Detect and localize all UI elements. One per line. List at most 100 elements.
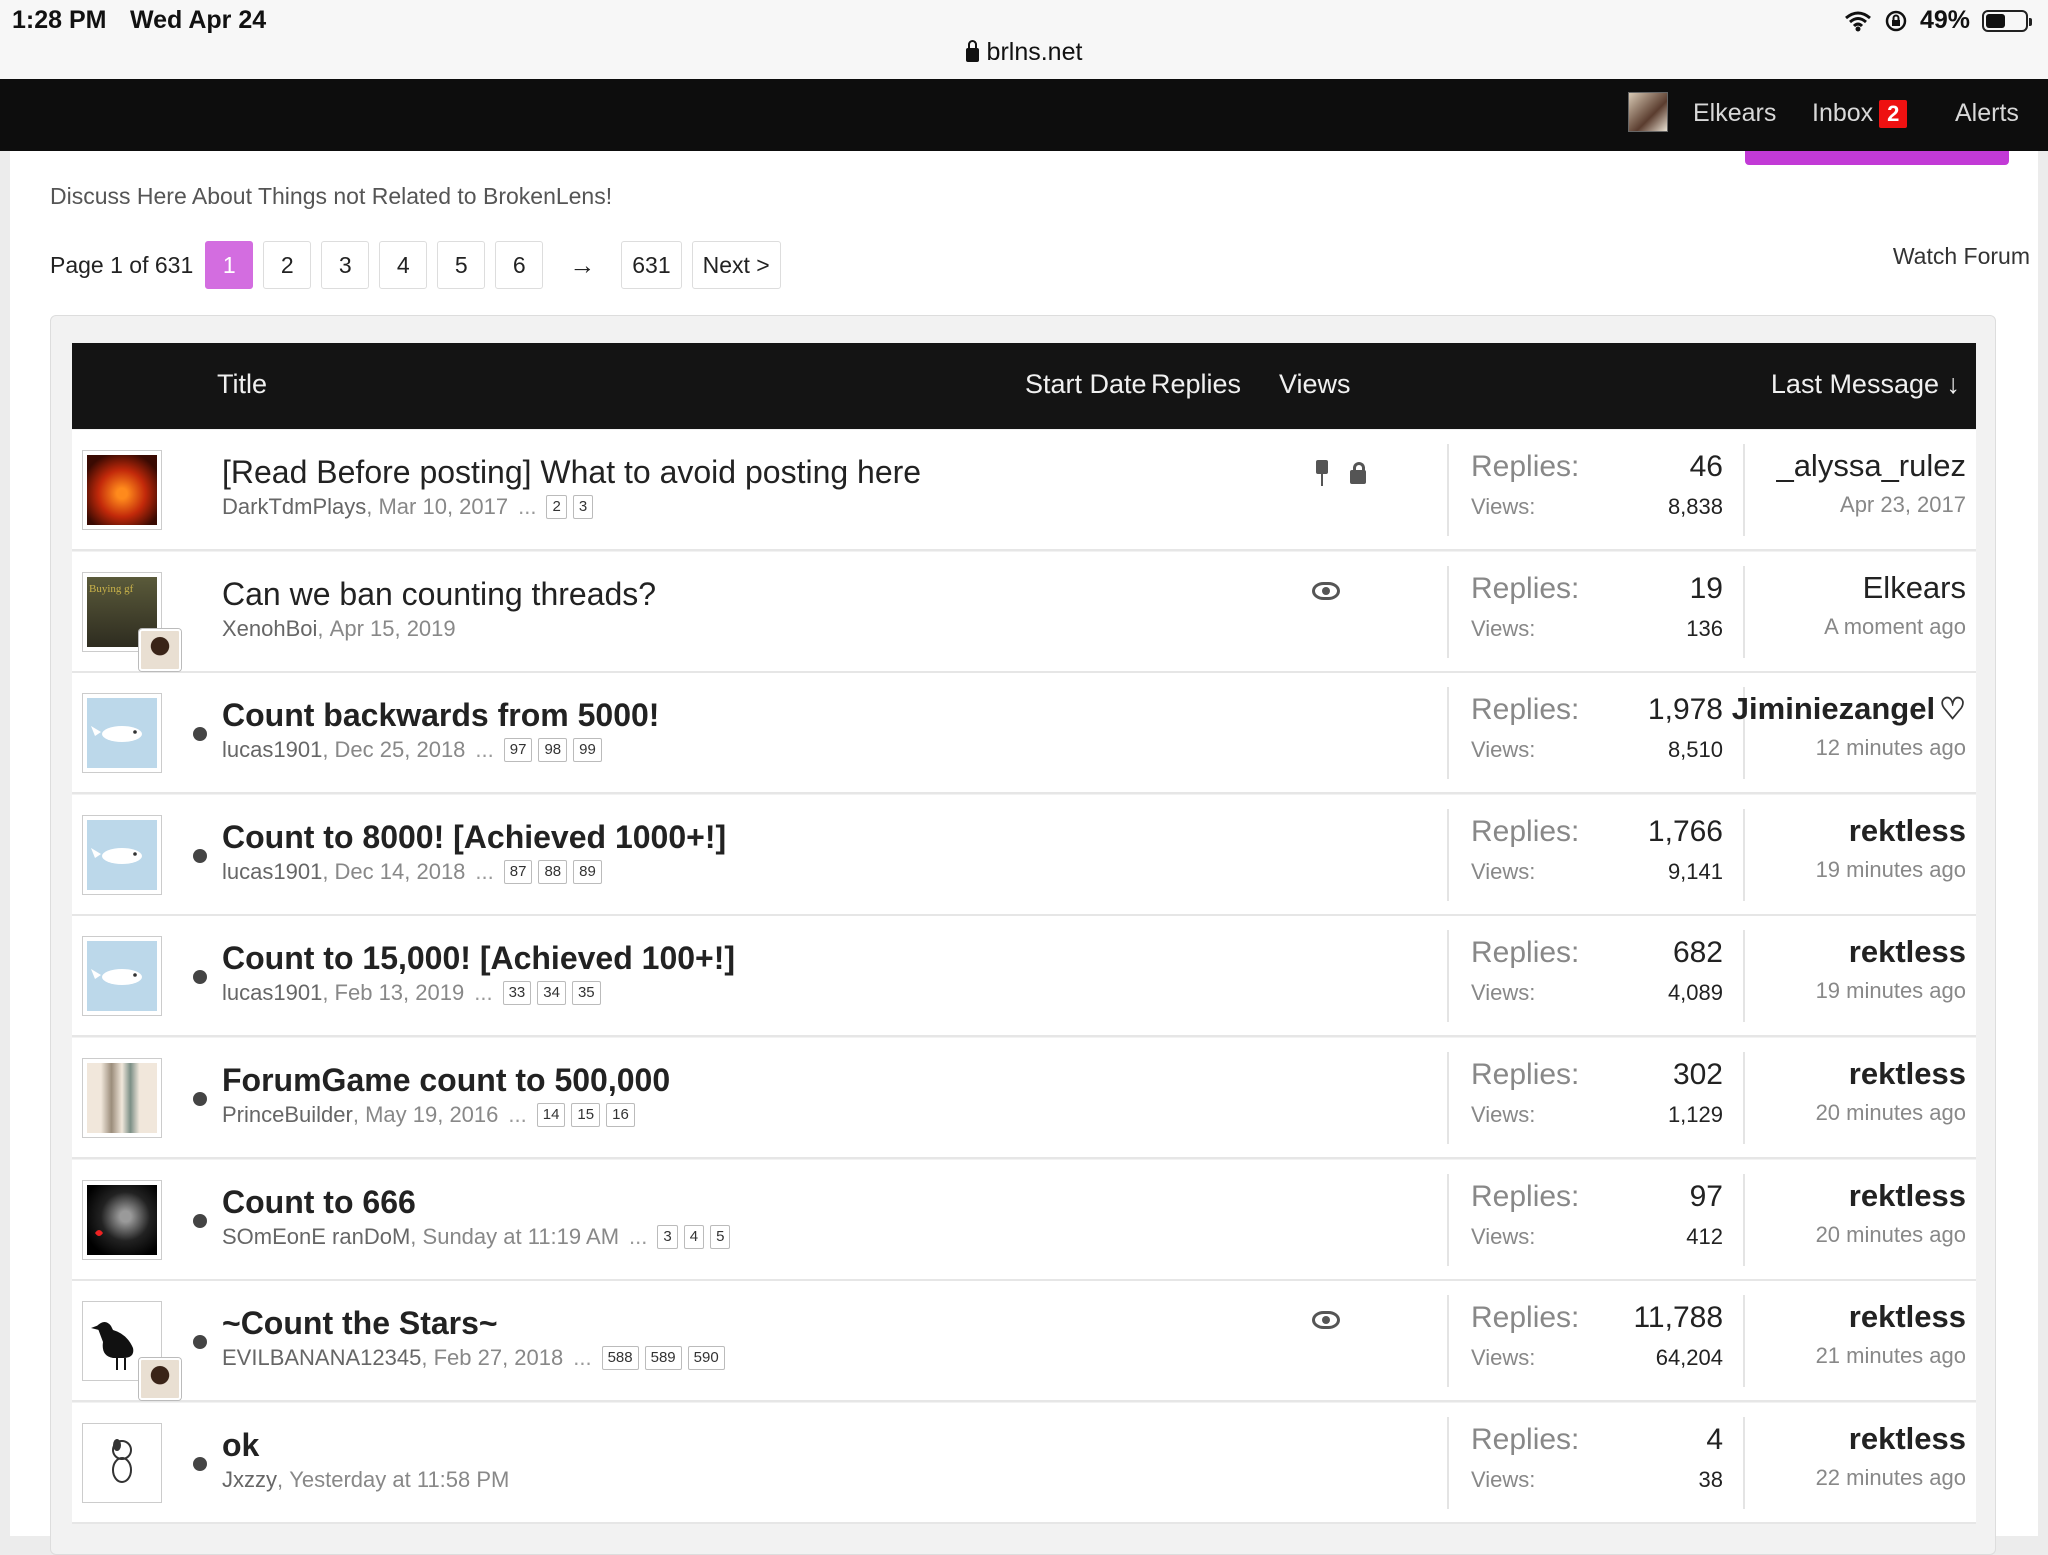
thread-row[interactable]: Count to 8000! [Achieved 1000+!] lucas190… [72, 794, 1976, 916]
thread-page-link[interactable]: 590 [687, 1346, 725, 1371]
participant-mini-avatar[interactable] [139, 628, 181, 671]
thread-start-date[interactable]: Dec 25, 2018 [335, 737, 466, 763]
thread-avatar[interactable] [82, 693, 162, 774]
thread-row[interactable]: Count backwards from 5000! lucas1901, Dec… [72, 673, 1976, 795]
col-replies[interactable]: Replies [1151, 369, 1241, 400]
page-link-last[interactable]: 631 [621, 241, 682, 289]
thread-row[interactable]: Count to 666 SOmEonE ranDoM, Sunday at 11… [72, 1159, 1976, 1281]
thread-start-date[interactable]: Apr 15, 2019 [330, 616, 456, 642]
last-poster-link[interactable]: rektless [1849, 934, 1966, 969]
thread-avatar[interactable]: Buying gf [82, 571, 181, 671]
thread-author-link[interactable]: PrinceBuilder [222, 1102, 353, 1128]
last-poster-link[interactable]: rektless [1849, 1299, 1966, 1334]
thread-start-date[interactable]: May 19, 2016 [365, 1102, 498, 1128]
last-poster-link[interactable]: _alyssa_rulez [1776, 448, 1966, 483]
last-poster-link[interactable]: rektless [1849, 1178, 1966, 1213]
thread-start-date[interactable]: Sunday at 11:19 AM [423, 1224, 620, 1250]
participant-mini-avatar[interactable] [139, 1358, 181, 1401]
page-link-4[interactable]: 4 [379, 241, 428, 289]
thread-author-link[interactable]: lucas1901 [222, 859, 322, 885]
last-poster-link[interactable]: Elkears [1863, 570, 1966, 605]
thread-start-date[interactable]: Feb 27, 2018 [434, 1345, 564, 1371]
page-jump-arrow[interactable]: → [553, 250, 611, 281]
thread-start-date[interactable]: Feb 13, 2019 [335, 980, 465, 1006]
col-title[interactable]: Title [217, 369, 267, 400]
thread-title-link[interactable]: Count backwards from 5000! [222, 697, 659, 734]
thread-page-link[interactable]: 98 [538, 738, 568, 763]
thread-page-link[interactable]: 35 [571, 981, 601, 1006]
thread-row[interactable]: Buying gf Can we ban counting threads? Xen… [72, 551, 1976, 673]
thread-page-link[interactable]: 2 [546, 495, 567, 519]
thread-page-link[interactable]: 89 [573, 859, 602, 884]
thread-start-date[interactable]: Dec 14, 2018 [335, 859, 466, 885]
last-message-time[interactable]: 22 minutes ago [1816, 1465, 1966, 1491]
last-message-time[interactable]: 20 minutes ago [1816, 1100, 1966, 1126]
watch-forum-link[interactable]: Watch Forum [1893, 243, 2030, 270]
next-page-button[interactable]: Next > [691, 241, 781, 289]
last-message-time[interactable]: Apr 23, 2017 [1776, 492, 1966, 518]
thread-avatar[interactable] [82, 450, 162, 530]
thread-start-date[interactable]: Mar 10, 2017 [378, 494, 508, 520]
thread-row[interactable]: Count to 15,000! [Achieved 100+!] lucas19… [72, 916, 1976, 1038]
thread-title-link[interactable]: Count to 15,000! [Achieved 100+!] [222, 940, 735, 977]
alerts-link[interactable]: Alerts [1955, 99, 2019, 128]
last-message-time[interactable]: 12 minutes ago [1732, 735, 1966, 761]
thread-title-link[interactable]: Can we ban counting threads? [222, 576, 656, 613]
thread-author-link[interactable]: lucas1901 [222, 980, 322, 1006]
thread-page-link[interactable]: 99 [573, 738, 602, 763]
thread-author-link[interactable]: XenohBoi [222, 616, 317, 642]
thread-page-link[interactable]: 4 [683, 1224, 705, 1249]
username-link[interactable]: Elkears [1693, 99, 1776, 128]
thread-page-link[interactable]: 88 [538, 859, 568, 884]
last-poster-link[interactable]: rektless [1849, 813, 1966, 848]
user-avatar[interactable] [1628, 92, 1668, 132]
page-link-6[interactable]: 6 [495, 241, 544, 289]
thread-page-link[interactable]: 588 [601, 1346, 639, 1371]
thread-avatar[interactable] [82, 1422, 162, 1503]
thread-page-link[interactable]: 34 [537, 981, 566, 1006]
thread-page-link[interactable]: 3 [572, 495, 594, 519]
page-link-2[interactable]: 2 [263, 241, 312, 289]
thread-row[interactable]: ok Jxzzy, Yesterday at 11:58 PM Replies: 4 V… [72, 1402, 1976, 1524]
thread-start-date[interactable]: Yesterday at 11:58 PM [289, 1467, 509, 1493]
thread-page-link[interactable]: 16 [606, 1103, 635, 1127]
last-message-time[interactable]: 19 minutes ago [1816, 857, 1966, 883]
last-message-time[interactable]: 20 minutes ago [1816, 1222, 1966, 1248]
page-link-1[interactable]: 1 [205, 241, 254, 289]
thread-author-link[interactable]: EVILBANANA12345 [222, 1345, 421, 1371]
last-poster-link[interactable]: rektless [1849, 1421, 1966, 1456]
thread-avatar[interactable] [82, 1301, 181, 1401]
thread-title-link[interactable]: [Read Before posting] What to avoid post… [222, 454, 921, 491]
thread-page-link[interactable]: 5 [710, 1224, 731, 1249]
thread-row[interactable]: [Read Before posting] What to avoid post… [72, 430, 1976, 551]
last-message-time[interactable]: 21 minutes ago [1816, 1343, 1966, 1369]
thread-row[interactable]: ForumGame count to 500,000 PrinceBuilder,… [72, 1038, 1976, 1159]
page-link-3[interactable]: 3 [321, 241, 370, 289]
thread-avatar[interactable] [82, 1058, 162, 1138]
page-link-5[interactable]: 5 [437, 241, 486, 289]
thread-page-link[interactable]: 589 [644, 1346, 682, 1371]
thread-author-link[interactable]: Jxzzy [222, 1467, 277, 1493]
thread-avatar[interactable] [82, 1179, 162, 1260]
thread-title-link[interactable]: ForumGame count to 500,000 [222, 1062, 670, 1099]
thread-page-link[interactable]: 33 [502, 981, 532, 1006]
col-start-date[interactable]: Start Date [1025, 369, 1147, 400]
thread-page-link[interactable]: 15 [571, 1103, 601, 1127]
thread-page-link[interactable]: 3 [657, 1224, 678, 1249]
last-poster-link[interactable]: rektless [1849, 1056, 1966, 1091]
last-message-time[interactable]: 19 minutes ago [1816, 978, 1966, 1004]
last-message-time[interactable]: A moment ago [1824, 614, 1966, 640]
address-bar[interactable]: brlns.net [0, 38, 2048, 67]
thread-title-link[interactable]: Count to 666 [222, 1184, 416, 1221]
thread-avatar[interactable] [82, 936, 162, 1017]
thread-title-link[interactable]: ~Count the Stars~ [222, 1305, 498, 1342]
thread-page-link[interactable]: 87 [503, 859, 533, 884]
thread-avatar[interactable] [82, 814, 162, 895]
thread-row[interactable]: ~Count the Stars~ EVILBANANA12345, Feb 27… [72, 1281, 1976, 1403]
post-thread-button[interactable] [1745, 151, 2009, 165]
thread-page-link[interactable]: 97 [503, 738, 533, 763]
thread-page-link[interactable]: 14 [536, 1103, 566, 1127]
thread-author-link[interactable]: SOmEonE ranDoM [222, 1224, 410, 1250]
col-views[interactable]: Views [1279, 369, 1351, 400]
inbox-link[interactable]: Inbox 2 [1812, 99, 1908, 128]
